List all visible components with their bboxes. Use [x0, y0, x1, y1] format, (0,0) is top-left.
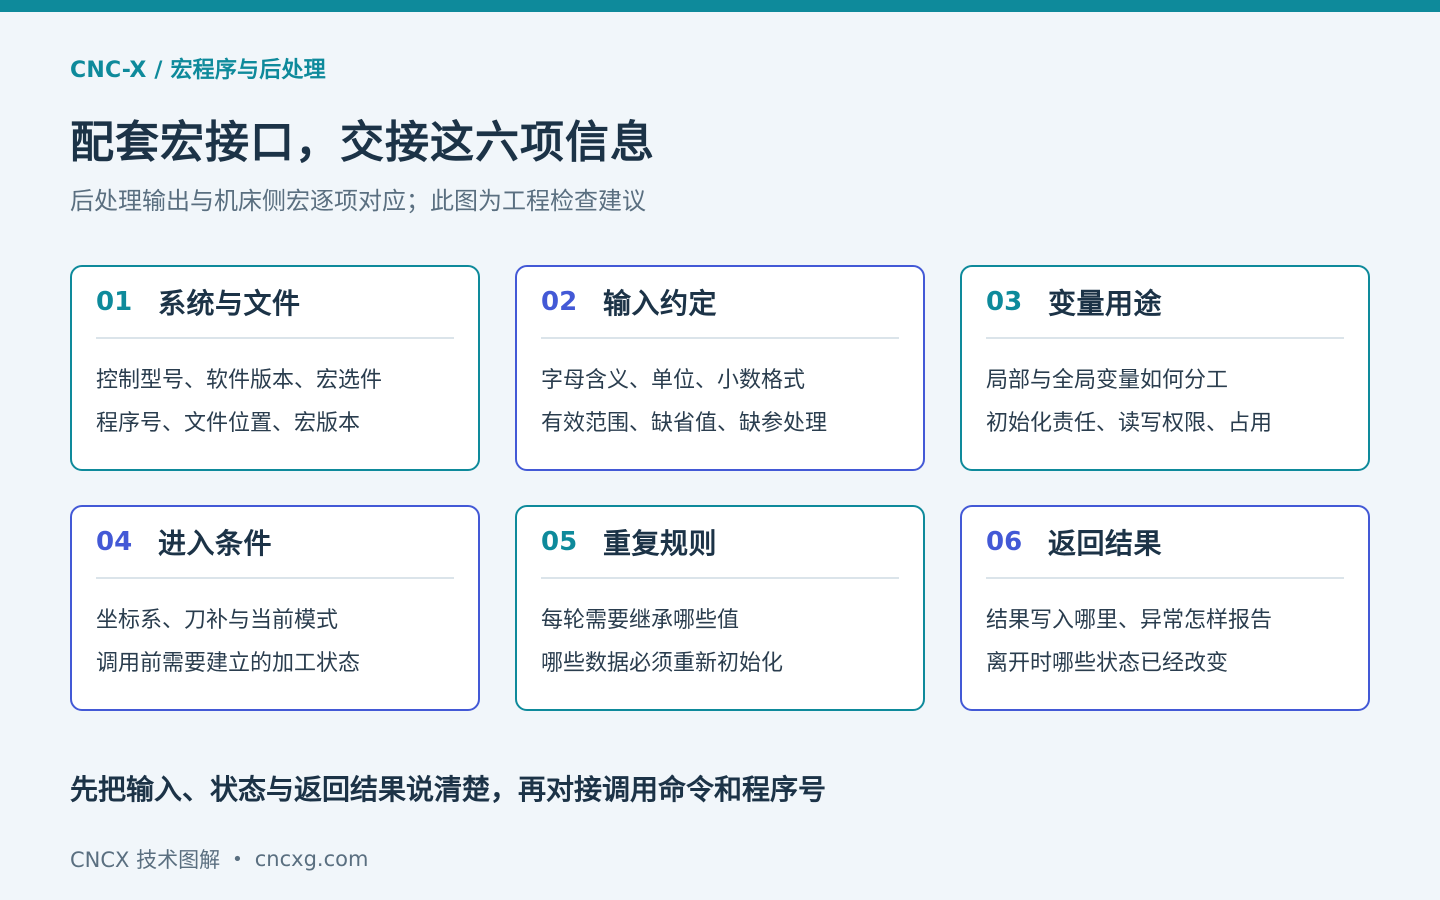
card-header: 04 进入条件	[96, 507, 454, 579]
card-number: 03	[986, 287, 1023, 317]
info-card-grid: 01 系统与文件 控制型号、软件版本、宏选件 程序号、文件位置、宏版本 02 输…	[70, 265, 1370, 711]
card-line: 哪些数据必须重新初始化	[541, 651, 784, 676]
card-line: 有效范围、缺省值、缺参处理	[541, 411, 828, 436]
card-line: 控制型号、软件版本、宏选件	[96, 368, 383, 393]
conclusion-statement: 先把输入、状态与返回结果说清楚，再对接调用命令和程序号	[70, 773, 827, 806]
card-title: 输入约定	[603, 287, 718, 320]
card-number: 06	[986, 527, 1023, 557]
card-line: 初始化责任、读写权限、占用	[986, 411, 1273, 436]
card-number: 05	[541, 527, 578, 557]
breadcrumb: CNC-X / 宏程序与后处理	[70, 58, 326, 83]
card-body: 字母含义、单位、小数格式 有效范围、缺省值、缺参处理	[541, 339, 899, 445]
footer-separator: •	[232, 848, 243, 870]
card-body: 每轮需要继承哪些值 哪些数据必须重新初始化	[541, 579, 899, 685]
card-number: 04	[96, 527, 133, 557]
card-repeat-rules: 05 重复规则 每轮需要继承哪些值 哪些数据必须重新初始化	[515, 505, 925, 711]
card-line: 局部与全局变量如何分工	[986, 368, 1229, 393]
card-input-convention: 02 输入约定 字母含义、单位、小数格式 有效范围、缺省值、缺参处理	[515, 265, 925, 471]
footer-brand: CNCX 技术图解	[70, 848, 221, 872]
card-line: 调用前需要建立的加工状态	[96, 651, 361, 676]
card-header: 03 变量用途	[986, 267, 1344, 339]
card-line: 每轮需要继承哪些值	[541, 608, 740, 633]
card-title: 返回结果	[1048, 527, 1163, 560]
card-header: 05 重复规则	[541, 507, 899, 579]
card-title: 系统与文件	[158, 287, 301, 320]
card-line: 字母含义、单位、小数格式	[541, 368, 806, 393]
page-subtitle: 后处理输出与机床侧宏逐项对应；此图为工程检查建议	[70, 187, 646, 215]
card-header: 01 系统与文件	[96, 267, 454, 339]
card-return-results: 06 返回结果 结果写入哪里、异常怎样报告 离开时哪些状态已经改变	[960, 505, 1370, 711]
card-header: 06 返回结果	[986, 507, 1344, 579]
card-entry-conditions: 04 进入条件 坐标系、刀补与当前模式 调用前需要建立的加工状态	[70, 505, 480, 711]
card-body: 局部与全局变量如何分工 初始化责任、读写权限、占用	[986, 339, 1344, 445]
card-system-and-files: 01 系统与文件 控制型号、软件版本、宏选件 程序号、文件位置、宏版本	[70, 265, 480, 471]
card-variable-usage: 03 变量用途 局部与全局变量如何分工 初始化责任、读写权限、占用	[960, 265, 1370, 471]
card-body: 控制型号、软件版本、宏选件 程序号、文件位置、宏版本	[96, 339, 454, 445]
card-number: 01	[96, 287, 133, 317]
card-line: 结果写入哪里、异常怎样报告	[986, 608, 1273, 633]
card-body: 坐标系、刀补与当前模式 调用前需要建立的加工状态	[96, 579, 454, 685]
card-header: 02 输入约定	[541, 267, 899, 339]
top-accent-bar	[0, 0, 1440, 12]
card-body: 结果写入哪里、异常怎样报告 离开时哪些状态已经改变	[986, 579, 1344, 685]
page-title: 配套宏接口，交接这六项信息	[70, 117, 655, 168]
card-number: 02	[541, 287, 578, 317]
card-line: 离开时哪些状态已经改变	[986, 651, 1229, 676]
card-title: 重复规则	[603, 527, 718, 560]
card-line: 坐标系、刀补与当前模式	[96, 608, 339, 633]
card-title: 进入条件	[158, 527, 273, 560]
card-title: 变量用途	[1048, 287, 1163, 320]
card-line: 程序号、文件位置、宏版本	[96, 411, 361, 436]
footer: CNCX 技术图解 • cncxg.com	[70, 844, 368, 874]
footer-site-link[interactable]: cncxg.com	[255, 847, 369, 871]
